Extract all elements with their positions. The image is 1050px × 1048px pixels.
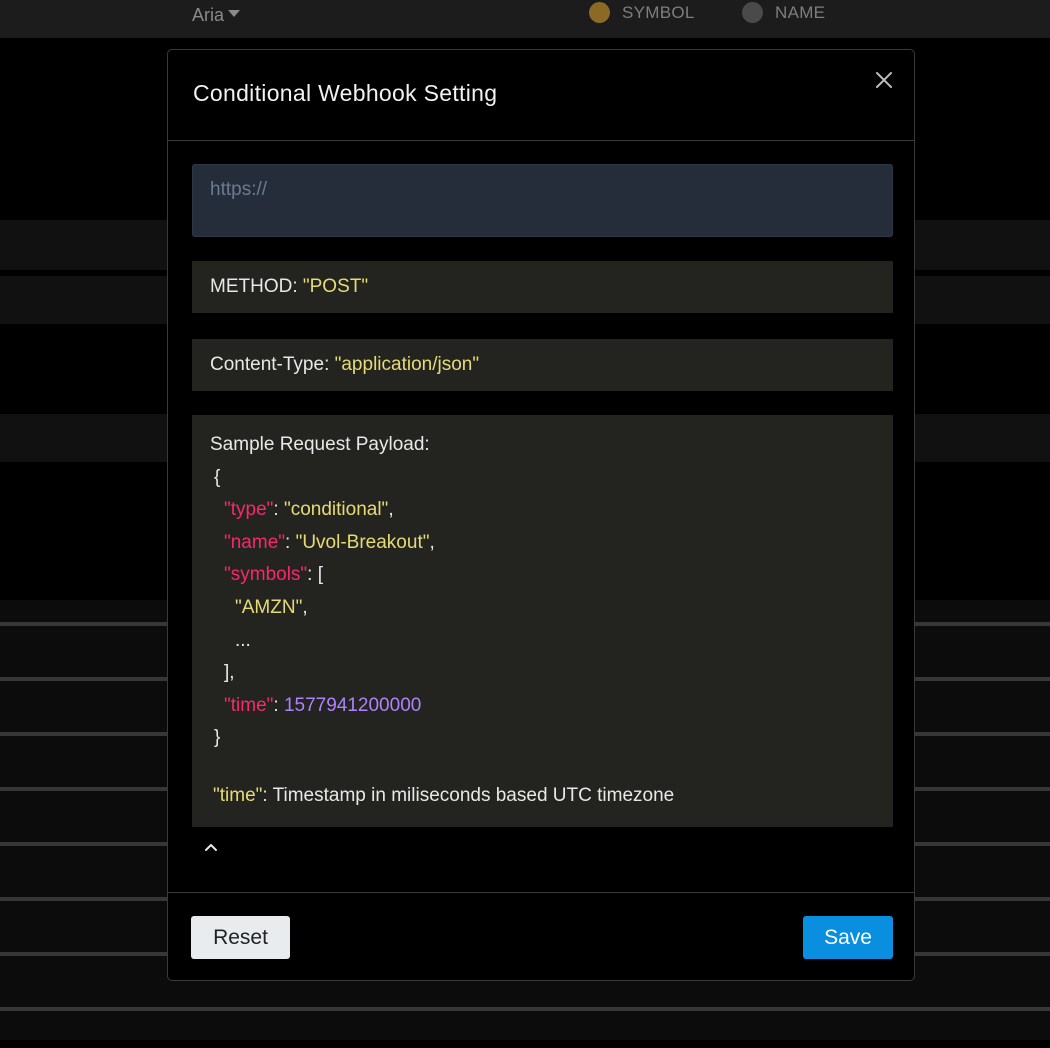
chevron-down-icon xyxy=(228,10,241,17)
payload-time-note: "time": Timestamp in miliseconds based U… xyxy=(213,785,674,807)
payload-symbol-item-line: "AMZN", xyxy=(235,596,308,618)
method-value: "POST" xyxy=(302,276,369,297)
payload-symbol-item: "AMZN" xyxy=(235,596,303,618)
payload-name-value: "Uvol-Breakout" xyxy=(295,531,430,553)
radio-symbol-dot xyxy=(589,2,610,23)
webhook-settings-modal: Conditional Webhook Setting METHOD: "POS… xyxy=(167,49,915,981)
font-select-value: Aria xyxy=(192,5,225,25)
payload-type-value: "conditional" xyxy=(283,499,389,521)
payload-symbols-close: ], xyxy=(224,662,235,684)
payload-heading: Sample Request Payload: xyxy=(210,434,430,455)
payload-note-key: "time" xyxy=(213,785,263,806)
radio-symbol-label: SYMBOL xyxy=(622,2,695,22)
payload-type-line: "type": "conditional", xyxy=(224,499,394,521)
close-icon xyxy=(876,72,892,88)
content-type-label: Content-Type: xyxy=(210,354,335,375)
radio-name-label: NAME xyxy=(775,2,826,22)
webhook-url-input[interactable] xyxy=(192,164,893,237)
payload-time-value: 1577941200000 xyxy=(283,694,422,716)
font-select[interactable]: Aria xyxy=(192,5,241,26)
modal-header: Conditional Webhook Setting xyxy=(168,50,914,141)
payload-symbols-key: "symbols" xyxy=(224,564,308,586)
reset-button[interactable]: Reset xyxy=(191,916,290,959)
close-button[interactable] xyxy=(872,68,896,92)
modal-footer: Reset Save xyxy=(168,892,914,981)
payload-time-key: "time" xyxy=(224,694,274,716)
content-type-info: Content-Type: "application/json" xyxy=(192,339,893,391)
payload-time-line: "time": 1577941200000 xyxy=(224,694,422,716)
payload-name-key: "name" xyxy=(224,531,286,553)
radio-symbol[interactable]: SYMBOL xyxy=(589,2,695,23)
payload-symbols-open: [ xyxy=(317,564,324,586)
save-button[interactable]: Save xyxy=(803,916,893,959)
radio-name-dot xyxy=(742,2,763,23)
collapse-payload-button[interactable] xyxy=(201,838,221,858)
sample-payload: Sample Request Payload: { "type": "condi… xyxy=(192,415,893,827)
payload-note-text: : Timestamp in miliseconds based UTC tim… xyxy=(262,785,675,806)
payload-symbols-line: "symbols": [ xyxy=(224,564,324,586)
method-info: METHOD: "POST" xyxy=(192,261,893,313)
payload-close-brace: } xyxy=(214,727,221,749)
chevron-up-icon xyxy=(205,844,217,851)
top-toolbar: Aria SYMBOL NAME xyxy=(0,0,1050,38)
payload-open-brace: { xyxy=(214,466,221,488)
method-label: METHOD: xyxy=(210,276,303,297)
modal-title: Conditional Webhook Setting xyxy=(193,80,498,106)
payload-name-line: "name": "Uvol-Breakout", xyxy=(224,531,435,553)
payload-type-key: "type" xyxy=(224,499,274,521)
payload-ellipsis: ... xyxy=(235,629,251,651)
content-type-value: "application/json" xyxy=(334,354,480,375)
radio-name[interactable]: NAME xyxy=(742,2,825,23)
